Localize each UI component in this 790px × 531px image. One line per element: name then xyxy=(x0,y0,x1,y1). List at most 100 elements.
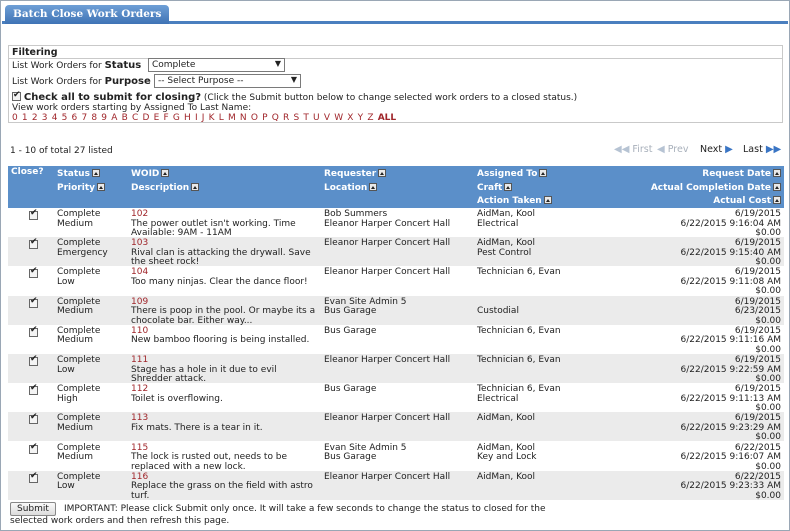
letter-link[interactable]: 0 xyxy=(12,113,18,123)
letter-link[interactable]: E xyxy=(154,113,160,123)
letter-link[interactable]: D xyxy=(142,113,149,123)
letter-link[interactable]: H xyxy=(184,113,191,123)
close-checkbox[interactable] xyxy=(29,413,38,425)
close-checkbox[interactable] xyxy=(29,267,38,279)
status-filter-label: List Work Orders for Status xyxy=(12,60,142,71)
close-checkbox[interactable] xyxy=(29,355,38,366)
check-all-checkbox[interactable] xyxy=(12,90,21,101)
sort-icon[interactable] xyxy=(773,169,781,177)
col-completion-date[interactable]: Actual Completion Date xyxy=(651,183,781,193)
col-status[interactable]: Status xyxy=(57,169,100,179)
sort-icon[interactable] xyxy=(773,183,781,191)
letter-link[interactable]: 2 xyxy=(32,113,38,123)
close-checkbox[interactable] xyxy=(29,238,38,250)
requester-cell: Eleanor Harper Concert Hall xyxy=(324,413,451,424)
close-checkbox[interactable] xyxy=(29,384,38,396)
close-checkbox[interactable] xyxy=(29,297,38,308)
priority-cell: Medium xyxy=(57,218,93,229)
sort-icon[interactable] xyxy=(543,196,552,204)
letter-link[interactable]: J xyxy=(202,113,205,123)
letter-link[interactable]: 9 xyxy=(101,113,107,123)
close-checkbox[interactable] xyxy=(29,472,38,483)
close-checkbox[interactable] xyxy=(29,326,38,337)
table-row: Complete Medium 109 There is poop in the po… xyxy=(8,295,784,325)
letter-link[interactable]: Z xyxy=(367,113,373,123)
sort-icon[interactable] xyxy=(378,169,387,177)
col-location[interactable]: Location xyxy=(324,183,378,193)
letter-link[interactable]: G xyxy=(173,113,180,123)
table-row: Complete Low 116 Replace the grass on the f… xyxy=(8,470,784,500)
col-requester[interactable]: Requester xyxy=(324,169,387,179)
col-description[interactable]: Description xyxy=(131,183,200,193)
table-row: Complete Medium 113 Fix mats. There is a te… xyxy=(8,412,784,442)
letter-link[interactable]: 4 xyxy=(52,113,58,123)
letter-link[interactable]: 7 xyxy=(81,113,87,123)
letter-link-all[interactable]: ALL xyxy=(378,113,396,123)
letter-link[interactable]: X xyxy=(347,113,353,123)
priority-cell: Low xyxy=(57,364,75,375)
letter-link[interactable]: I xyxy=(195,113,198,123)
letter-link[interactable]: T xyxy=(303,113,309,123)
sort-icon[interactable] xyxy=(161,169,170,177)
letter-link[interactable]: R xyxy=(283,113,289,123)
letter-link[interactable]: 1 xyxy=(22,113,28,123)
sort-icon[interactable] xyxy=(97,183,105,191)
letter-link[interactable]: O xyxy=(251,113,258,123)
letter-link[interactable]: Y xyxy=(358,113,364,123)
letter-link[interactable]: P xyxy=(262,113,267,123)
sort-icon[interactable] xyxy=(539,169,548,177)
col-priority[interactable]: Priority xyxy=(57,183,105,193)
letter-link[interactable]: B xyxy=(122,113,128,123)
col-action-taken[interactable]: Action Taken xyxy=(477,196,552,206)
pager-last[interactable]: Last ▶▶ xyxy=(743,144,781,155)
close-checkbox[interactable] xyxy=(29,209,38,220)
letter-link[interactable]: F xyxy=(163,113,168,123)
letter-link[interactable]: V xyxy=(324,113,330,123)
table-row: Complete Medium 110 New bamboo flooring is … xyxy=(8,325,784,354)
letter-link[interactable]: 5 xyxy=(62,113,68,123)
priority-cell: Medium xyxy=(57,335,93,346)
letter-link[interactable]: W xyxy=(334,113,343,123)
col-actual-cost[interactable]: Actual Cost xyxy=(713,196,781,206)
assigned-cell: Technician 6, Evan xyxy=(477,325,561,336)
col-assigned-to[interactable]: Assigned To xyxy=(477,169,548,179)
sort-icon[interactable] xyxy=(504,183,513,191)
last-page-icon: ▶▶ xyxy=(765,144,782,155)
letter-link[interactable]: M xyxy=(228,113,236,123)
letter-link[interactable]: Q xyxy=(272,113,279,123)
tab-batch-close[interactable]: Batch Close Work Orders xyxy=(5,5,170,24)
assigned-cell: Technician 6, Evan xyxy=(477,267,561,278)
craft-cell: Pest Control xyxy=(477,247,532,258)
letter-link[interactable]: U xyxy=(313,113,320,123)
filtering-divider xyxy=(9,58,782,59)
table-row: Complete Medium 115 The lock is rusted out,… xyxy=(8,442,784,471)
col-woid[interactable]: WOID xyxy=(131,169,170,179)
close-checkbox[interactable] xyxy=(29,443,38,454)
pager-next[interactable]: Next ▶ xyxy=(700,144,733,155)
col-craft[interactable]: Craft xyxy=(477,183,513,193)
letter-link[interactable]: N xyxy=(240,113,247,123)
sort-icon[interactable] xyxy=(191,183,200,191)
purpose-select[interactable]: -- Select Purpose -- ▼ xyxy=(154,74,301,88)
letter-link[interactable]: S xyxy=(293,113,299,123)
letter-link[interactable]: 3 xyxy=(42,113,48,123)
table-row: Complete Low 104 Too many ninjas. Clear the… xyxy=(8,266,784,296)
letter-link[interactable]: A xyxy=(111,113,117,123)
col-request-date[interactable]: Request Date xyxy=(702,169,781,179)
letter-link[interactable]: K xyxy=(209,113,215,123)
letter-link[interactable]: L xyxy=(219,113,224,123)
table-row: Complete Emergency 103 Rival clan is attack… xyxy=(8,237,784,267)
description-line: Too many ninjas. Clear the dance floor! xyxy=(131,276,308,287)
status-select[interactable]: Complete ▼ xyxy=(148,58,285,72)
sort-icon[interactable] xyxy=(773,196,781,204)
assigned-cell: AidMan, Kool xyxy=(477,471,536,482)
important-note-continued: selected work orders and then refresh th… xyxy=(10,516,230,526)
sort-icon[interactable] xyxy=(91,169,100,177)
sort-icon[interactable] xyxy=(369,183,378,191)
next-page-icon: ▶ xyxy=(725,144,733,155)
description-line: Fix mats. There is a tear in it. xyxy=(131,422,263,433)
letter-link[interactable]: 6 xyxy=(72,113,78,123)
submit-button[interactable]: Submit xyxy=(10,502,56,516)
letter-link[interactable]: C xyxy=(132,113,138,123)
letter-link[interactable]: 8 xyxy=(91,113,97,123)
